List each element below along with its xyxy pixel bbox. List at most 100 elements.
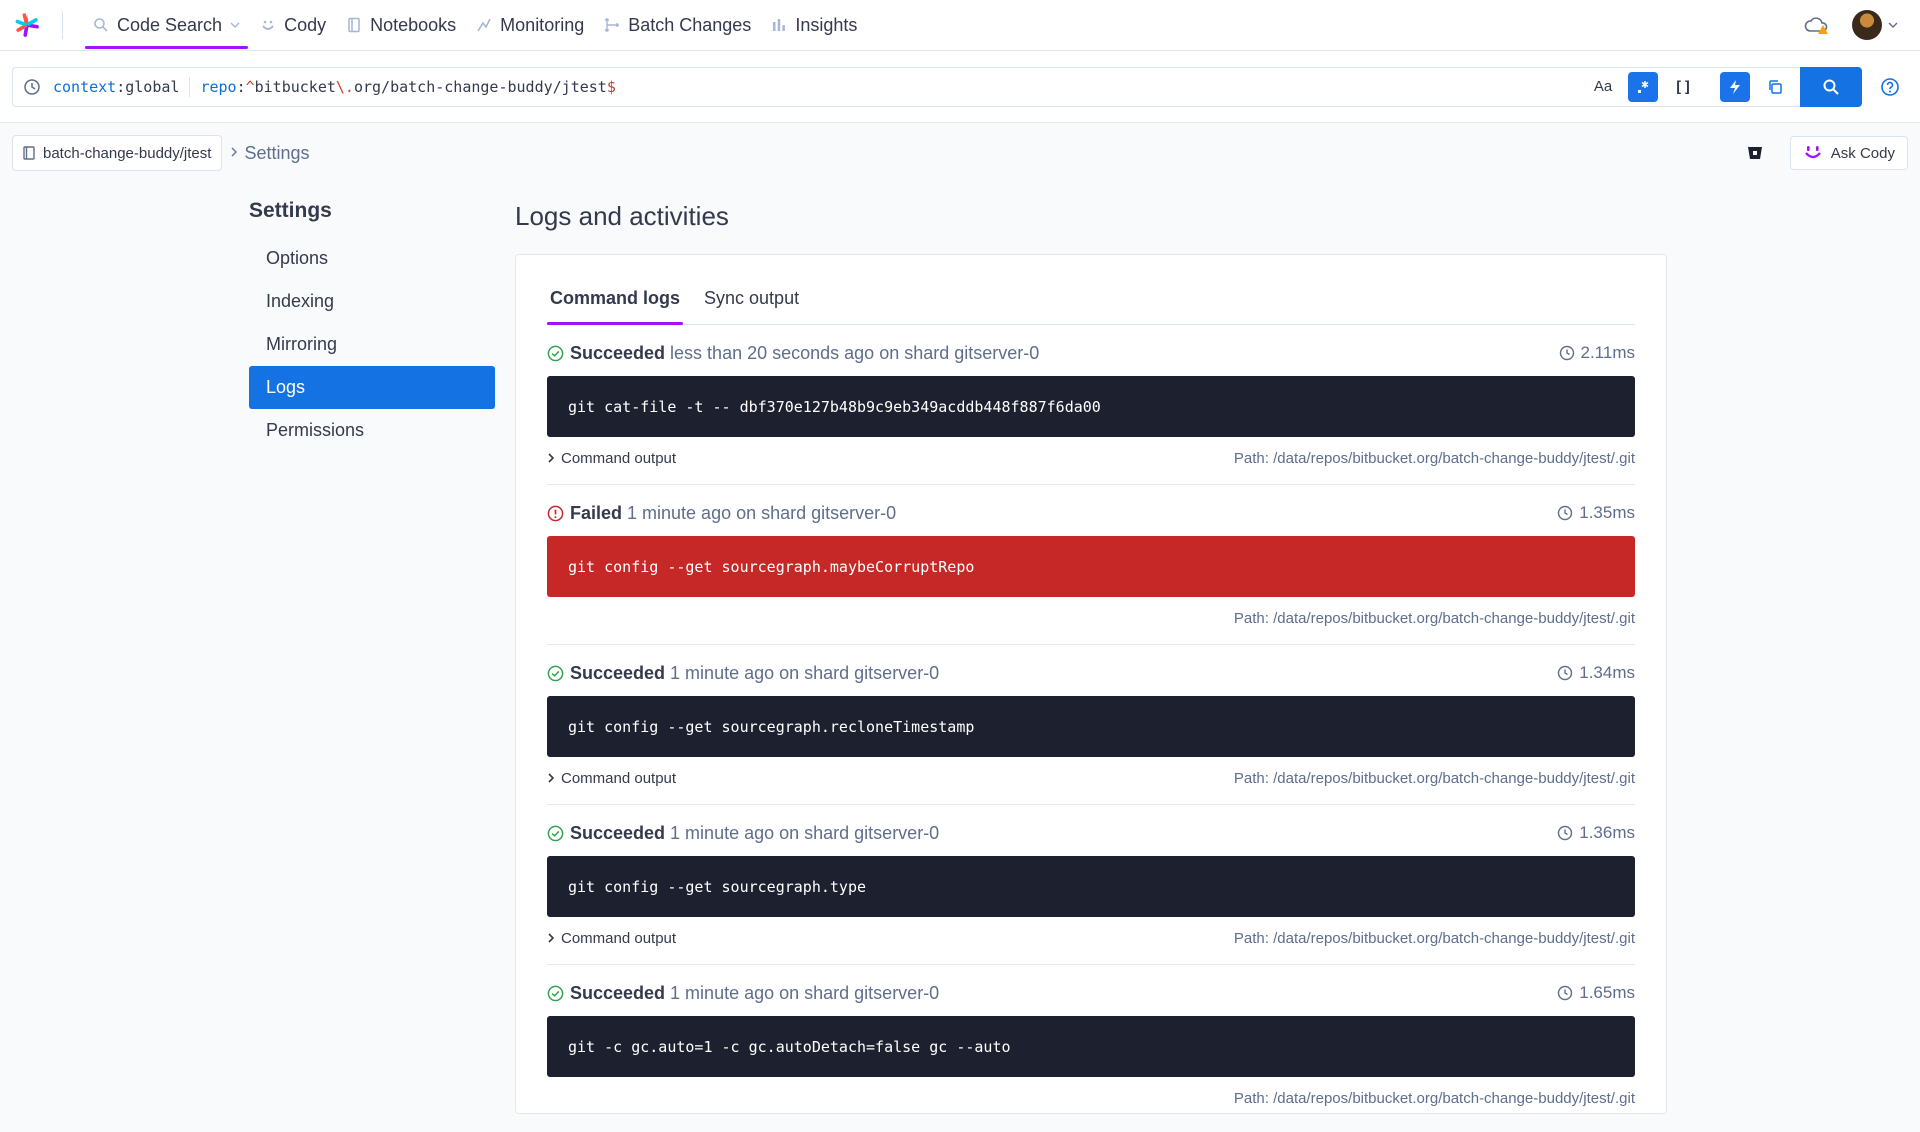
user-avatar[interactable] [1852, 10, 1882, 40]
log-timestamp: 1 minute ago on shard gitserver-0 [627, 502, 897, 523]
search-input[interactable]: context: global repo: ^ bitbucket \. org/batc… [12, 66, 1800, 107]
regex-toggle[interactable] [1628, 71, 1658, 102]
history-icon[interactable] [23, 78, 41, 96]
ask-cody-button[interactable]: Ask Cody [1789, 136, 1908, 170]
log-duration-value: 1.35ms [1579, 503, 1635, 522]
log-entry: Succeeded 1 minute ago on shard gitserve… [547, 965, 1635, 1113]
sidebar-item-options[interactable]: Options [249, 237, 495, 280]
search-icon [94, 18, 108, 32]
nav-item-code-search[interactable]: Code Search [83, 0, 250, 50]
chevron-right-icon [548, 773, 555, 783]
log-status: Succeeded [570, 342, 666, 363]
nav-item-label: Batch Changes [628, 14, 752, 35]
breadcrumb-current: Settings [244, 142, 310, 163]
nav-right [1804, 10, 1908, 40]
sidebar-item-mirroring[interactable]: Mirroring [249, 323, 495, 366]
clock-icon [1558, 985, 1573, 1001]
copy-query-button[interactable] [1760, 72, 1790, 102]
chevron-right-icon [230, 145, 238, 161]
search-row: context: global repo: ^ bitbucket \. org/batc… [0, 51, 1920, 123]
clock-icon [1558, 825, 1573, 841]
error-circle-icon [547, 505, 564, 521]
help-icon [1881, 77, 1899, 96]
log-duration-value: 1.36ms [1579, 823, 1635, 842]
logs-card: Command logs Sync output Succeeded less … [515, 254, 1667, 1114]
log-path: Path: /data/repos/bitbucket.org/batch-ch… [1233, 769, 1635, 787]
lightning-icon [1730, 79, 1740, 94]
log-status: Succeeded [570, 982, 666, 1003]
command-output-label: Command output [561, 769, 677, 787]
sourcegraph-logo[interactable] [12, 10, 42, 40]
sidebar-item-indexing[interactable]: Indexing [249, 280, 495, 323]
log-duration: 1.65ms [1557, 983, 1635, 1003]
log-duration-value: 2.11ms [1580, 343, 1636, 362]
ask-cody-label: Ask Cody [1830, 144, 1895, 162]
breadcrumb: batch-change-buddy/jtest Settings Ask Co… [0, 123, 1920, 183]
sidebar-item-permissions[interactable]: Permissions [249, 409, 495, 452]
query-context-value: global [125, 77, 180, 96]
sidebar-item-logs[interactable]: Logs [249, 366, 495, 409]
query-context-key: context [53, 77, 117, 96]
bitbucket-icon[interactable] [1746, 144, 1764, 162]
top-navbar: Code Search Cody Notebooks Monitoring Ba… [0, 0, 1920, 51]
nav-items: Code Search Cody Notebooks Monitoring Ba… [83, 0, 867, 50]
log-path: Path: /data/repos/bitbucket.org/batch-ch… [1233, 449, 1635, 467]
clock-icon [1558, 505, 1573, 521]
command-output-toggle[interactable]: Command output [547, 450, 676, 467]
nav-item-monitoring[interactable]: Monitoring [466, 0, 594, 50]
search-query: context: global repo: ^ bitbucket \. org/batc… [53, 76, 616, 97]
clock-icon [1559, 345, 1574, 361]
nav-item-cody[interactable]: Cody [250, 0, 336, 50]
search-button[interactable] [1800, 66, 1862, 107]
log-timestamp: 1 minute ago on shard gitserver-0 [670, 822, 940, 843]
copy-icon [1769, 79, 1782, 94]
nav-item-batch-changes[interactable]: Batch Changes [594, 0, 761, 50]
log-status: Succeeded [570, 662, 666, 683]
tab-sync-output[interactable]: Sync output [701, 285, 802, 324]
notebook-icon [348, 17, 360, 33]
nav-item-label: Cody [284, 14, 327, 35]
cody-icon [262, 20, 274, 30]
check-circle-icon [547, 825, 564, 841]
case-sensitivity-toggle[interactable]: Aa [1588, 72, 1618, 102]
nav-item-insights[interactable]: Insights [761, 0, 867, 50]
log-duration-value: 1.34ms [1579, 663, 1635, 682]
nav-item-label: Code Search [117, 14, 223, 35]
monitoring-icon [477, 18, 491, 32]
structural-search-toggle[interactable]: [] [1668, 72, 1698, 102]
help-button[interactable] [1872, 77, 1908, 97]
log-duration: 1.34ms [1557, 663, 1635, 683]
log-entry: Succeeded 1 minute ago on shard gitserve… [547, 645, 1635, 805]
page-title: Logs and activities [515, 201, 729, 231]
query-repo-key: repo [200, 77, 237, 96]
log-duration: 2.11ms [1559, 343, 1636, 363]
command-output-toggle[interactable]: Command output [547, 930, 676, 947]
clock-icon [1558, 665, 1573, 681]
log-command: git config --get sourcegraph.recloneTime… [547, 696, 1635, 757]
nav-item-label: Insights [795, 14, 858, 35]
log-command: git cat-file -t -- dbf370e127b48b9c9eb34… [547, 376, 1635, 437]
command-output-toggle[interactable]: Command output [547, 770, 676, 787]
smart-search-toggle[interactable] [1720, 71, 1750, 102]
regex-icon [1638, 80, 1649, 93]
nav-item-notebooks[interactable]: Notebooks [336, 0, 466, 50]
chevron-right-icon [548, 453, 555, 463]
log-timestamp: less than 20 seconds ago on shard gitser… [670, 342, 1040, 363]
cloud-warning-icon[interactable] [1804, 15, 1830, 35]
log-duration: 1.36ms [1557, 823, 1635, 843]
crumb-actions: Ask Cody [1746, 136, 1908, 170]
log-timestamp: 1 minute ago on shard gitserver-0 [670, 662, 940, 683]
repo-name: batch-change-buddy/jtest [43, 144, 212, 162]
log-status: Succeeded [570, 822, 666, 843]
query-repo-part: org/batch-change-buddy/jtest [353, 77, 607, 96]
query-separator [189, 76, 191, 97]
nav-divider [62, 11, 63, 39]
check-circle-icon [547, 665, 564, 681]
tab-command-logs[interactable]: Command logs [547, 285, 684, 325]
nav-item-label: Monitoring [500, 14, 585, 35]
repo-breadcrumb-link[interactable]: batch-change-buddy/jtest [12, 135, 223, 171]
chevron-down-icon[interactable] [1888, 20, 1898, 30]
chevron-right-icon [548, 933, 555, 943]
settings-sidebar: Settings Options Indexing Mirroring Logs… [249, 199, 495, 452]
query-regex-escape: \. [335, 77, 354, 96]
